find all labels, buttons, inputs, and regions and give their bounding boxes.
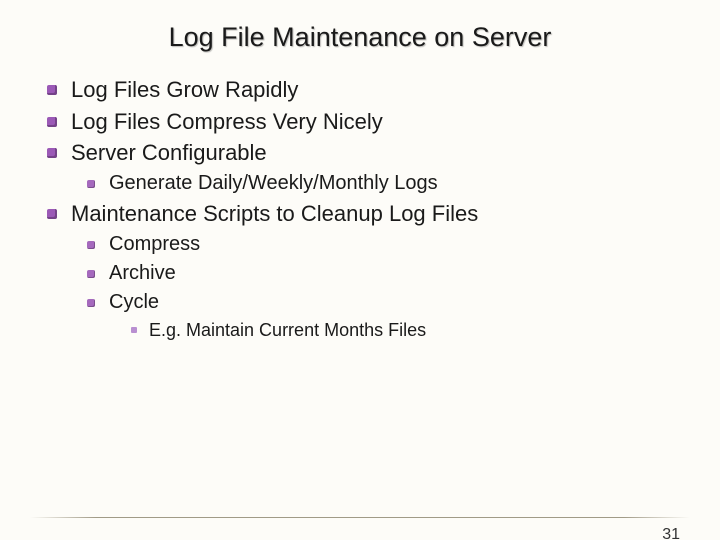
bullet-cycle: Cycle E.g. Maintain Current Months Files — [85, 289, 675, 342]
footer-divider — [30, 517, 690, 518]
bullet-maintain-current: E.g. Maintain Current Months Files — [129, 318, 675, 342]
slide-content: Log Files Grow Rapidly Log Files Compres… — [45, 75, 675, 342]
bullet-text: Server Configurable — [71, 140, 267, 165]
bullet-server-configurable: Server Configurable Generate Daily/Weekl… — [45, 138, 675, 197]
bullet-generate-logs: Generate Daily/Weekly/Monthly Logs — [85, 170, 675, 197]
slide-title: Log File Maintenance on Server — [0, 22, 720, 53]
bullet-maintenance-scripts: Maintenance Scripts to Cleanup Log Files… — [45, 199, 675, 342]
bullet-compress: Compress — [85, 231, 675, 258]
bullet-grow-rapidly: Log Files Grow Rapidly — [45, 75, 675, 105]
bullet-compress-nicely: Log Files Compress Very Nicely — [45, 107, 675, 137]
bullet-archive: Archive — [85, 260, 675, 287]
bullet-text: Cycle — [109, 291, 159, 313]
page-number: 31 — [662, 526, 680, 540]
bullet-text: Maintenance Scripts to Cleanup Log Files — [71, 201, 478, 226]
